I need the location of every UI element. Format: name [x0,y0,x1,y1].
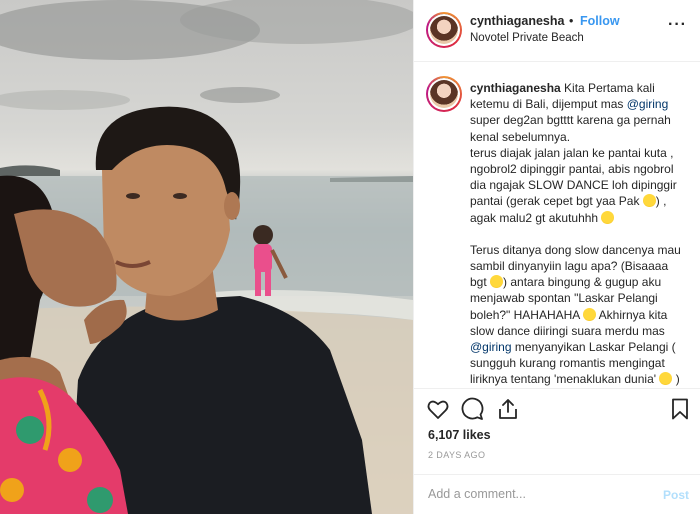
laugh-emoji-icon [582,307,596,321]
bookmark-icon [672,398,688,420]
caption-area[interactable]: cynthiaganesha Kita Pertama kali ketemu … [414,62,700,388]
action-bar [414,388,700,422]
save-button[interactable] [668,397,694,421]
comment-input[interactable] [428,487,648,501]
mention-link[interactable]: @giring [627,97,669,111]
comment-bar: Post [414,474,700,514]
post-header: cynthiaganesha • Follow Novotel Private … [414,0,700,62]
post-photo[interactable] [0,0,413,514]
likes-count[interactable]: 6,107 likes [428,428,491,442]
like-button[interactable] [426,397,452,421]
avatar[interactable] [428,78,460,110]
share-button[interactable] [496,397,522,421]
grin-emoji-icon [601,210,615,224]
separator-dot: • [569,14,574,28]
share-icon [499,399,517,419]
avatar[interactable] [428,14,460,46]
laugh-emoji-icon [659,372,673,386]
username-link[interactable]: cynthiaganesha [470,14,564,28]
heart-icon [427,400,449,419]
follow-button[interactable]: Follow [580,14,620,28]
location-link[interactable]: Novotel Private Beach [470,32,584,44]
beach-selfie-image [0,0,413,514]
grin-emoji-icon [642,194,656,208]
post-timestamp: 2 DAYS AGO [428,450,486,460]
comment-icon [461,397,484,420]
laugh-emoji-icon [490,275,504,289]
more-options-icon[interactable]: ··· [668,16,687,34]
caption-username[interactable]: cynthiaganesha [470,81,561,95]
mention-link[interactable]: @giring [470,340,512,354]
caption-fragment: super deg2an bgtttt karena ga pernah ken… [470,113,671,144]
caption-fragment: ) [672,372,680,387]
post-side-panel: cynthiaganesha • Follow Novotel Private … [413,0,700,514]
comment-button[interactable] [460,397,486,421]
caption-text: cynthiaganesha Kita Pertama kali ketemu … [470,80,688,388]
post-comment-button[interactable]: Post [663,488,689,502]
